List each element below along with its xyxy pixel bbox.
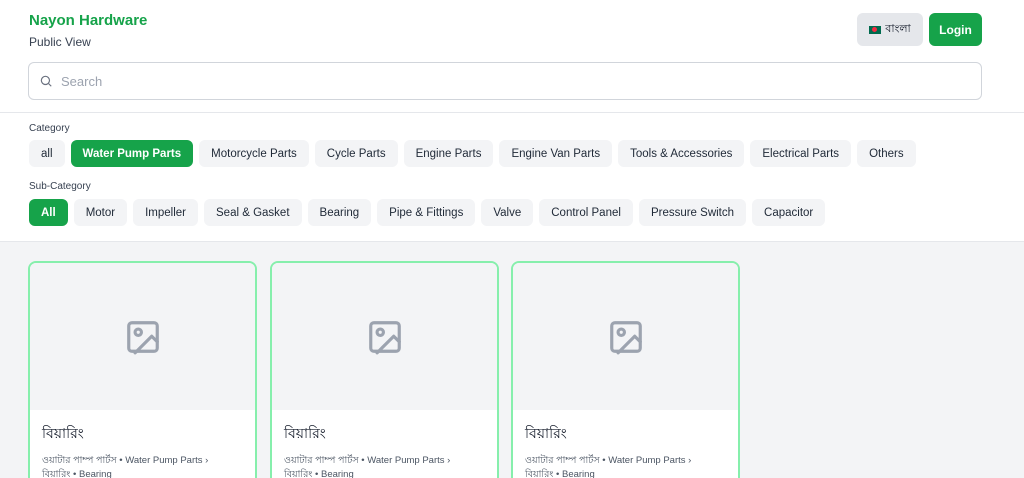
product-card[interactable]: বিয়ারিং ওয়াটার পাম্প পার্টস • Water Pu… <box>511 261 740 478</box>
category-chips: all Water Pump Parts Motorcycle Parts Cy… <box>29 140 916 167</box>
subcategory-chips: All Motor Impeller Seal & Gasket Bearing… <box>29 199 826 226</box>
subcategory-chip-valve[interactable]: Valve <box>481 199 534 226</box>
brand-title[interactable]: Nayon Hardware <box>29 12 147 29</box>
header: Nayon Hardware Public View বাংলা Login <box>0 0 1024 113</box>
category-chip-engine-van-parts[interactable]: Engine Van Parts <box>499 140 613 167</box>
subcategory-chip-impeller[interactable]: Impeller <box>133 199 199 226</box>
subcategory-chip-control-panel[interactable]: Control Panel <box>539 199 633 226</box>
category-chip-cycle-parts[interactable]: Cycle Parts <box>314 140 398 167</box>
login-button[interactable]: Login <box>929 13 982 46</box>
product-image-placeholder <box>513 263 738 410</box>
product-grid: বিয়ারিং ওয়াটার পাম্প পার্টস • Water Pu… <box>0 242 1024 478</box>
filter-panel: Category all Water Pump Parts Motorcycle… <box>0 113 1024 242</box>
product-category-path: ওয়াটার পাম্প পার্টস • Water Pump Parts … <box>284 454 485 478</box>
category-chip-engine-parts[interactable]: Engine Parts <box>403 140 494 167</box>
search-icon <box>40 75 52 87</box>
product-category-path: ওয়াটার পাম্প পার্টস • Water Pump Parts … <box>525 454 726 478</box>
product-category-path: ওয়াটার পাম্প পার্টস • Water Pump Parts … <box>42 454 243 478</box>
category-chip-water-pump-parts[interactable]: Water Pump Parts <box>70 140 194 167</box>
subcategory-path-line: বিয়ারিং • Bearing <box>284 469 354 478</box>
category-path-line: ওয়াটার পাম্প পার্টস • Water Pump Parts … <box>284 455 451 466</box>
subcategory-chip-bearing[interactable]: Bearing <box>307 199 372 226</box>
view-subtitle: Public View <box>29 35 91 49</box>
subcategory-label: Sub-Category <box>29 181 91 192</box>
language-label: বাংলা <box>885 23 911 35</box>
product-title: বিয়ারিং <box>525 425 567 441</box>
category-chip-electrical-parts[interactable]: Electrical Parts <box>750 140 852 167</box>
subcategory-path-line: বিয়ারিং • Bearing <box>42 469 112 478</box>
subcategory-chip-pipe-fittings[interactable]: Pipe & Fittings <box>377 199 476 226</box>
search-bar[interactable] <box>28 62 982 100</box>
category-path-line: ওয়াটার পাম্প পার্টস • Water Pump Parts … <box>42 455 209 466</box>
product-image-placeholder <box>30 263 255 410</box>
language-toggle-button[interactable]: বাংলা <box>857 13 923 46</box>
category-chip-motorcycle-parts[interactable]: Motorcycle Parts <box>199 140 309 167</box>
image-placeholder-icon <box>609 320 642 354</box>
subcategory-path-line: বিয়ারিং • Bearing <box>525 469 595 478</box>
product-title: বিয়ারিং <box>284 425 326 441</box>
bangladesh-flag-icon <box>869 25 882 34</box>
subcategory-chip-all[interactable]: All <box>29 199 68 226</box>
subcategory-chip-pressure-switch[interactable]: Pressure Switch <box>638 199 747 226</box>
product-image-placeholder <box>272 263 497 410</box>
subcategory-chip-motor[interactable]: Motor <box>73 199 128 226</box>
category-chip-tools-accessories[interactable]: Tools & Accessories <box>618 140 745 167</box>
subcategory-chip-seal-gasket[interactable]: Seal & Gasket <box>204 199 302 226</box>
product-card[interactable]: বিয়ারিং ওয়াটার পাম্প পার্টস • Water Pu… <box>270 261 499 478</box>
category-chip-others[interactable]: Others <box>857 140 916 167</box>
image-placeholder-icon <box>126 320 159 354</box>
category-chip-all[interactable]: all <box>29 140 65 167</box>
product-title: বিয়ারিং <box>42 425 84 441</box>
image-placeholder-icon <box>368 320 401 354</box>
category-label: Category <box>29 123 70 134</box>
search-input[interactable] <box>61 73 941 89</box>
subcategory-chip-capacitor[interactable]: Capacitor <box>752 199 826 226</box>
category-path-line: ওয়াটার পাম্প পার্টস • Water Pump Parts … <box>525 455 692 466</box>
product-card[interactable]: বিয়ারিং ওয়াটার পাম্প পার্টস • Water Pu… <box>28 261 257 478</box>
